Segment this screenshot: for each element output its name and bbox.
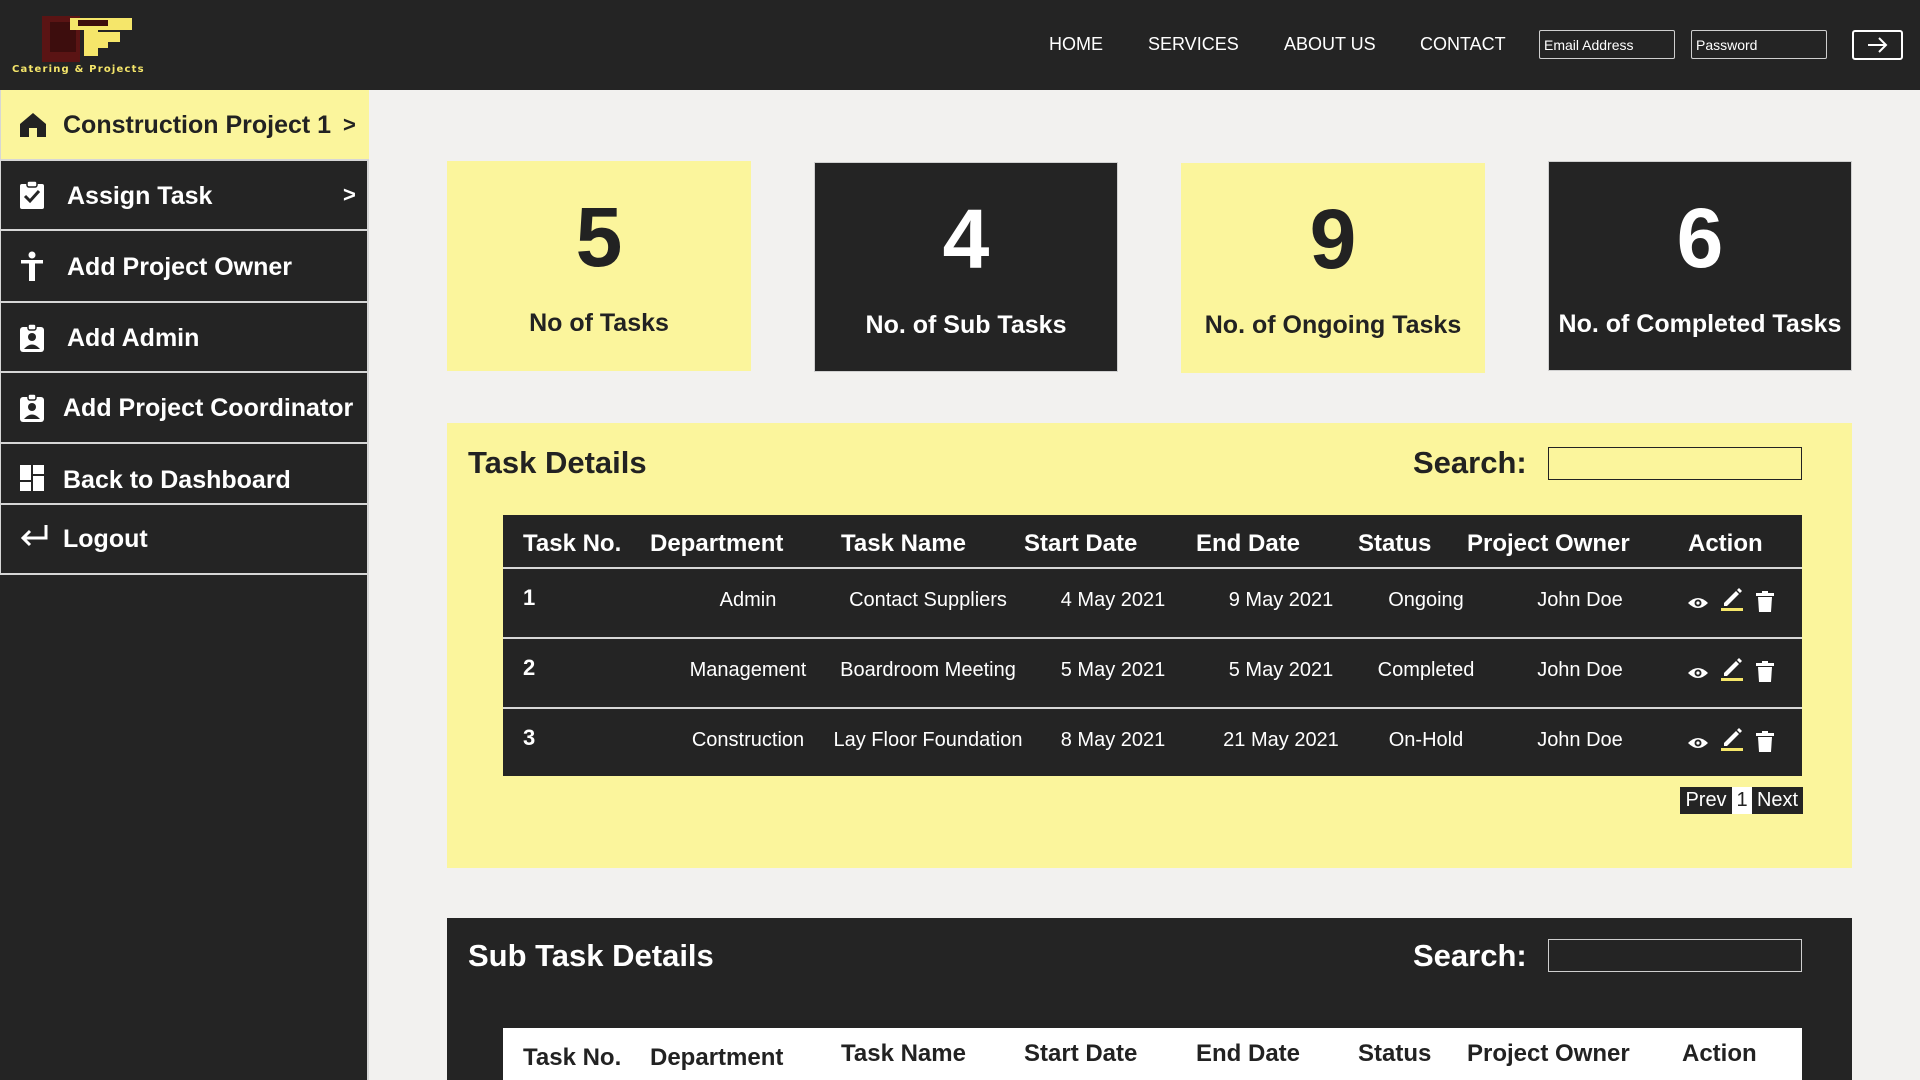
column-header: Department bbox=[650, 530, 784, 557]
sidebar-item-label: Add Project Coordinator bbox=[63, 394, 354, 422]
stat-card-tasks: 5 No of Tasks bbox=[447, 161, 751, 371]
task-name: Contact Suppliers bbox=[849, 589, 1007, 611]
sidebar-item-add-project-coordinator[interactable]: Add Project Coordinator bbox=[0, 373, 369, 444]
sidebar-item-label: Add Admin bbox=[67, 324, 200, 352]
column-header: Start Date bbox=[1024, 1040, 1138, 1067]
view-eye-icon[interactable] bbox=[1687, 735, 1709, 751]
view-eye-icon[interactable] bbox=[1687, 665, 1709, 681]
table-row: 3 Construction Lay Floor Foundation 8 Ma… bbox=[503, 707, 1802, 777]
column-header: Task No. bbox=[523, 1044, 622, 1071]
stat-value: 6 bbox=[1676, 191, 1724, 285]
column-header: Status bbox=[1358, 1040, 1432, 1067]
column-header: Start Date bbox=[1024, 530, 1138, 557]
logout-arrow-icon bbox=[20, 525, 48, 547]
column-header: Project Owner bbox=[1467, 1040, 1630, 1067]
dashboard-icon bbox=[20, 465, 44, 491]
column-header: Department bbox=[650, 1044, 784, 1071]
search-label: Search: bbox=[1413, 445, 1527, 480]
top-navbar: Catering & Projects HOME SERVICES ABOUT … bbox=[0, 0, 1920, 90]
stat-value: 4 bbox=[942, 192, 990, 286]
sidebar-item-label: Logout bbox=[63, 525, 148, 553]
sidebar-item-logout[interactable]: Logout bbox=[0, 505, 369, 575]
task-search-input[interactable] bbox=[1548, 447, 1802, 480]
task-name: Lay Floor Foundation bbox=[833, 729, 1023, 751]
stat-card-ongoing-tasks: 9 No. of Ongoing Tasks bbox=[1181, 163, 1485, 373]
chevron-right-icon: > bbox=[343, 112, 356, 137]
nav-contact[interactable]: CONTACT bbox=[1420, 34, 1506, 55]
password-field[interactable] bbox=[1691, 30, 1827, 59]
delete-trash-icon[interactable] bbox=[1755, 591, 1775, 613]
home-icon bbox=[20, 113, 46, 137]
panel-title: Sub Task Details bbox=[468, 938, 714, 973]
stat-label: No. of Completed Tasks bbox=[1558, 310, 1842, 338]
pagination-prev-button[interactable]: Prev bbox=[1680, 787, 1732, 814]
sub-task-details-panel: Sub Task Details Search: Task No. Depart… bbox=[447, 918, 1852, 1080]
task-no: 2 bbox=[523, 655, 536, 680]
sidebar-item-label: Back to Dashboard bbox=[63, 466, 291, 494]
badge-icon bbox=[20, 323, 44, 352]
column-header: Project Owner bbox=[1467, 530, 1630, 557]
project-owner: John Doe bbox=[1537, 659, 1623, 681]
task-details-panel: Task Details Search: Task No. Department… bbox=[447, 423, 1852, 868]
task-name: Boardroom Meeting bbox=[840, 659, 1016, 681]
table-row: 2 Management Boardroom Meeting 5 May 202… bbox=[503, 637, 1802, 707]
logo-text: Catering & Projects bbox=[12, 64, 145, 75]
nav-about-us[interactable]: ABOUT US bbox=[1284, 34, 1376, 55]
sidebar-item-label: Construction Project 1 bbox=[63, 111, 332, 139]
edit-pencil-icon[interactable] bbox=[1720, 725, 1744, 751]
stat-value: 9 bbox=[1309, 192, 1357, 286]
column-header: Task Name bbox=[841, 530, 966, 557]
delete-trash-icon[interactable] bbox=[1755, 661, 1775, 683]
table-row: 1 Admin Contact Suppliers 4 May 2021 9 M… bbox=[503, 567, 1802, 637]
sub-task-table-header: Task No. Department Task Name Start Date… bbox=[503, 1028, 1802, 1080]
person-icon bbox=[21, 251, 43, 281]
edit-pencil-icon[interactable] bbox=[1720, 585, 1744, 611]
column-header: Status bbox=[1358, 530, 1432, 557]
pagination-page-1[interactable]: 1 bbox=[1732, 787, 1752, 814]
sidebar-item-assign-task[interactable]: Assign Task > bbox=[0, 161, 369, 231]
sidebar-item-back-to-dashboard[interactable]: Back to Dashboard bbox=[0, 444, 369, 505]
stat-label: No. of Sub Tasks bbox=[865, 311, 1067, 339]
login-submit-button[interactable] bbox=[1852, 30, 1903, 60]
column-header: Task No. bbox=[523, 530, 622, 557]
task-table: Task No. Department Task Name Start Date… bbox=[503, 515, 1802, 776]
sidebar-item-label: Assign Task bbox=[67, 182, 213, 210]
nav-home[interactable]: HOME bbox=[1049, 34, 1103, 55]
stat-card-completed-tasks: 6 No. of Completed Tasks bbox=[1548, 161, 1852, 371]
column-header: End Date bbox=[1196, 530, 1301, 557]
sidebar-item-add-project-owner[interactable]: Add Project Owner bbox=[0, 231, 369, 303]
delete-trash-icon[interactable] bbox=[1755, 731, 1775, 753]
clipboard-check-icon bbox=[20, 180, 44, 209]
column-header: Task Name bbox=[841, 1040, 966, 1067]
view-eye-icon[interactable] bbox=[1687, 595, 1709, 611]
stat-card-sub-tasks: 4 No. of Sub Tasks bbox=[814, 162, 1118, 372]
task-no: 3 bbox=[523, 725, 536, 750]
arrow-right-icon bbox=[1867, 37, 1887, 53]
logo-mark-icon bbox=[42, 16, 132, 62]
nav-services[interactable]: SERVICES bbox=[1148, 34, 1239, 55]
email-field[interactable] bbox=[1539, 30, 1675, 59]
stat-label: No of Tasks bbox=[529, 309, 669, 337]
pagination-next-button[interactable]: Next bbox=[1752, 787, 1803, 814]
badge-icon bbox=[20, 393, 44, 422]
stat-value: 5 bbox=[575, 190, 623, 284]
sub-task-search-input[interactable] bbox=[1548, 939, 1802, 972]
task-no: 1 bbox=[523, 585, 536, 610]
sidebar-item-label: Add Project Owner bbox=[67, 253, 293, 281]
sidebar: Construction Project 1 > Assign Task > A… bbox=[0, 90, 369, 1080]
sidebar-item-add-admin[interactable]: Add Admin bbox=[0, 303, 369, 373]
sidebar-item-construction-project-1[interactable]: Construction Project 1 > bbox=[0, 90, 369, 161]
project-owner: John Doe bbox=[1537, 589, 1623, 611]
edit-pencil-icon[interactable] bbox=[1720, 655, 1744, 681]
column-header: End Date bbox=[1196, 1040, 1301, 1067]
column-header: Action bbox=[1688, 530, 1763, 557]
search-label: Search: bbox=[1413, 938, 1527, 973]
panel-title: Task Details bbox=[468, 445, 647, 480]
chevron-right-icon: > bbox=[343, 182, 356, 207]
project-owner: John Doe bbox=[1537, 729, 1623, 751]
column-header: Action bbox=[1682, 1040, 1757, 1067]
stat-label: No. of Ongoing Tasks bbox=[1204, 311, 1462, 339]
brand-logo[interactable]: Catering & Projects bbox=[10, 12, 180, 78]
